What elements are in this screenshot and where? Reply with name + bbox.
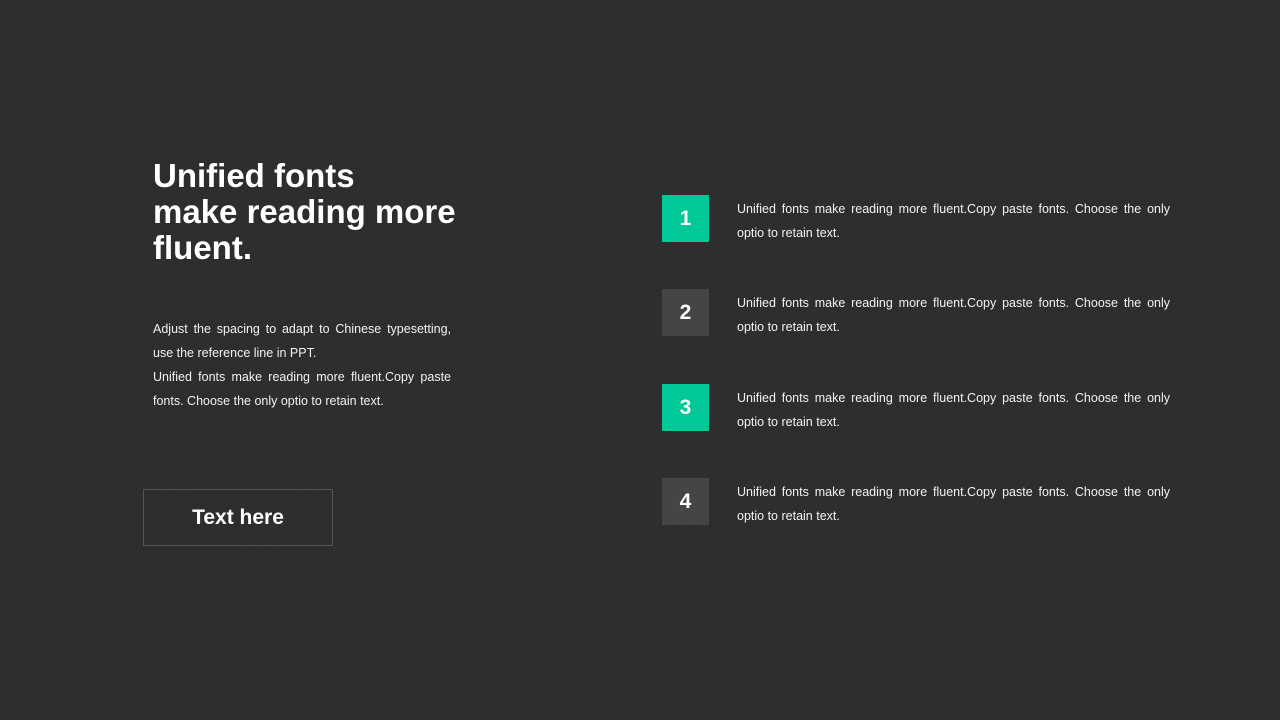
number-badge: 1: [662, 195, 709, 242]
number-badge: 2: [662, 289, 709, 336]
title-line: make reading more: [153, 193, 456, 230]
list-item-text: Unified fonts make reading more fluent.C…: [737, 391, 1170, 429]
list-item: 1 Unified fonts make reading more fluent…: [662, 195, 1170, 243]
slide-title: Unified fonts make reading more fluent.: [153, 158, 483, 266]
number-badge: 4: [662, 478, 709, 525]
number-badge: 3: [662, 384, 709, 431]
title-line: fluent.: [153, 229, 252, 266]
list-item-text: Unified fonts make reading more fluent.C…: [737, 296, 1170, 334]
description-paragraph: Unified fonts make reading more fluent.C…: [153, 370, 451, 408]
list-item-text: Unified fonts make reading more fluent.C…: [737, 485, 1170, 523]
list-item-text: Unified fonts make reading more fluent.C…: [737, 202, 1170, 240]
list-item: 4 Unified fonts make reading more fluent…: [662, 478, 1170, 526]
list-item: 3 Unified fonts make reading more fluent…: [662, 384, 1170, 432]
description-paragraph: Adjust the spacing to adapt to Chinese t…: [153, 322, 451, 360]
text-here-button[interactable]: Text here: [143, 489, 333, 546]
title-line: Unified fonts: [153, 157, 355, 194]
list-item: 2 Unified fonts make reading more fluent…: [662, 289, 1170, 337]
description-block: Adjust the spacing to adapt to Chinese t…: [153, 317, 451, 413]
